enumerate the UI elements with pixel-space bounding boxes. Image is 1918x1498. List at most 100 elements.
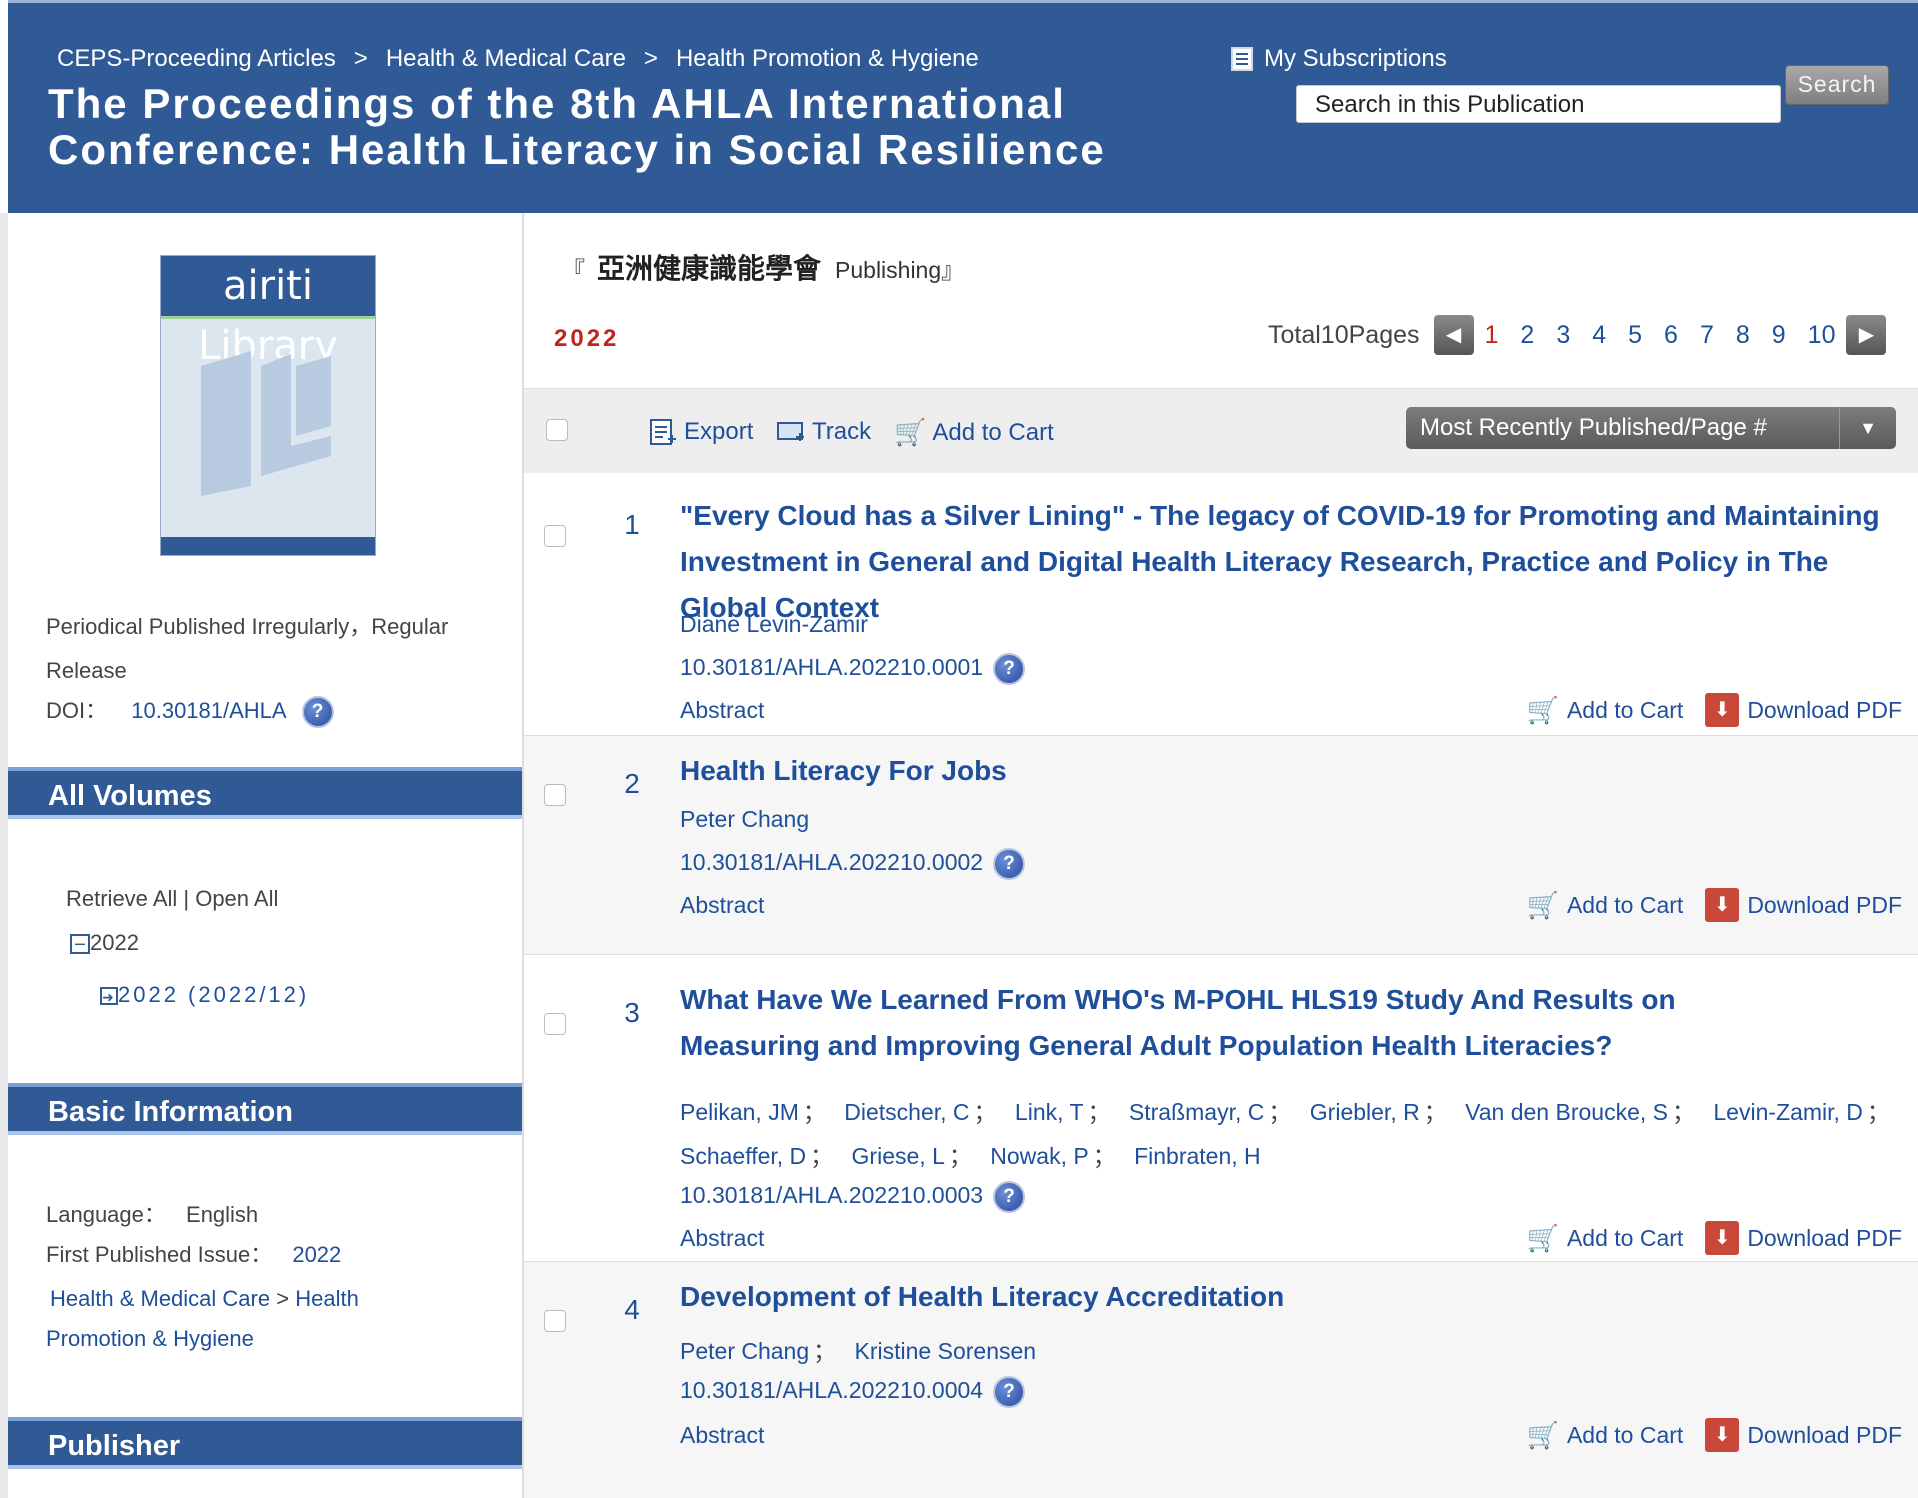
next-page-icon[interactable]: ▶ — [1846, 315, 1887, 355]
download-pdf-link[interactable]: Download PDF — [1747, 1422, 1902, 1449]
add-to-cart-link[interactable]: Add to Cart — [1567, 892, 1683, 919]
author-link[interactable]: Peter Chang — [680, 806, 809, 833]
page-number-link[interactable]: 2 — [1520, 321, 1534, 349]
track-button[interactable]: Track — [776, 417, 871, 447]
basic-information-heading[interactable]: Basic Information — [8, 1083, 522, 1135]
article-row: 4 Development of Health Literacy Accredi… — [524, 1262, 1918, 1498]
cart-icon: 🛒 — [1526, 1419, 1559, 1450]
download-pdf-link[interactable]: Download PDF — [1747, 697, 1902, 724]
article-doi-link[interactable]: 10.30181/AHLA.202210.0002 — [680, 849, 983, 875]
add-to-cart-link[interactable]: Add to Cart — [1567, 697, 1683, 724]
article-checkbox[interactable] — [544, 1310, 566, 1332]
article-doi-link[interactable]: 10.30181/AHLA.202210.0001 — [680, 654, 983, 680]
author-link[interactable]: Levin-Zamir, D — [1713, 1099, 1863, 1125]
sidebar: airiti Library Periodical Published Irre… — [0, 213, 524, 1498]
pdf-download-icon[interactable]: ⬇ — [1705, 1418, 1740, 1452]
author-link[interactable]: Griese, L — [852, 1143, 945, 1169]
page-number-link[interactable]: 7 — [1700, 321, 1714, 349]
author-link[interactable]: Van den Broucke, S — [1465, 1099, 1668, 1125]
search-input[interactable]: Search in this Publication — [1296, 85, 1781, 123]
article-doi-link[interactable]: 10.30181/AHLA.202210.0004 — [680, 1377, 983, 1403]
page-number-link[interactable]: 3 — [1556, 321, 1570, 349]
download-pdf-link[interactable]: Download PDF — [1747, 1225, 1902, 1252]
track-icon — [777, 422, 804, 441]
subject-health-medical-care-link[interactable]: Health & Medical Care — [50, 1286, 270, 1311]
issue-2022-12[interactable]: ➜2022 (2022/12) — [100, 973, 309, 1017]
breadcrumb-separator: > — [353, 45, 368, 72]
toolbar-add-to-cart-label: Add to Cart — [932, 418, 1054, 446]
author-link[interactable]: Nowak, P — [990, 1143, 1088, 1169]
page-number-link[interactable]: 1 — [1485, 321, 1499, 349]
author-link[interactable]: Finbraten, H — [1134, 1143, 1261, 1169]
sort-select[interactable]: Most Recently Published/Page # ▼ — [1406, 407, 1896, 449]
article-checkbox[interactable] — [544, 784, 566, 806]
page-number-link[interactable]: 8 — [1736, 321, 1750, 349]
author-link[interactable]: Griebler, R — [1310, 1099, 1420, 1125]
cart-icon: 🛒 — [1526, 694, 1559, 725]
help-icon[interactable]: ? — [993, 1376, 1026, 1408]
author-link[interactable]: Diane Levin-Zamir — [680, 611, 868, 638]
first-issue-link[interactable]: 2022 — [292, 1242, 341, 1267]
article-title-link[interactable]: What Have We Learned From WHO's M-POHL H… — [680, 977, 1780, 1069]
article-checkbox[interactable] — [544, 1013, 566, 1035]
author-link[interactable]: Kristine Sorensen — [855, 1338, 1037, 1364]
doi-link[interactable]: 10.30181/AHLA — [131, 698, 285, 723]
pdf-download-icon[interactable]: ⬇ — [1705, 1221, 1740, 1255]
toolbar-add-to-cart-button[interactable]: 🛒 Add to Cart — [894, 417, 1054, 448]
help-icon[interactable]: ? — [993, 653, 1026, 685]
page-number-link[interactable]: 5 — [1628, 321, 1642, 349]
add-to-cart-link[interactable]: Add to Cart — [1567, 1225, 1683, 1252]
abstract-link[interactable]: Abstract — [680, 697, 764, 724]
article-number: 1 — [624, 509, 640, 540]
subject-path: Health & Medical Care > Health Promotion… — [46, 1279, 426, 1359]
author-link[interactable]: Schaeffer, D — [680, 1143, 806, 1169]
pdf-download-icon[interactable]: ⬇ — [1705, 693, 1740, 727]
breadcrumb-item-health-medical-care[interactable]: Health & Medical Care — [386, 45, 626, 72]
retrieve-open-links[interactable]: Retrieve All | Open All — [66, 877, 278, 921]
page-number-link[interactable]: 4 — [1592, 321, 1606, 349]
author-link[interactable]: Link, T — [1015, 1099, 1084, 1125]
export-button[interactable]: Export — [648, 417, 753, 447]
subject-health-link[interactable]: Health — [295, 1286, 359, 1311]
download-pdf-link[interactable]: Download PDF — [1747, 892, 1902, 919]
breadcrumb-item-health-promotion[interactable]: Health Promotion & Hygiene — [676, 45, 979, 72]
collapse-icon[interactable]: − — [70, 934, 90, 955]
page-number-link[interactable]: 6 — [1664, 321, 1678, 349]
select-all-checkbox[interactable] — [546, 419, 568, 441]
subject-separator: > — [276, 1286, 290, 1311]
search-button[interactable]: Search — [1785, 65, 1889, 105]
author-link[interactable]: Pelikan, JM — [680, 1099, 799, 1125]
add-to-cart-link[interactable]: Add to Cart — [1567, 1422, 1683, 1449]
volume-year-2022[interactable]: −2022 — [70, 921, 139, 965]
author-link[interactable]: Dietscher, C — [844, 1099, 969, 1125]
breadcrumb-item-ceps[interactable]: CEPS-Proceeding Articles — [57, 45, 336, 72]
publisher-heading[interactable]: Publisher — [8, 1417, 522, 1469]
help-icon[interactable]: ? — [993, 1181, 1026, 1213]
author-list-line-2: Schaeffer, D； Griese, L； Nowak, P； Finbr… — [680, 1143, 1261, 1169]
article-doi-link[interactable]: 10.30181/AHLA.202210.0003 — [680, 1182, 983, 1208]
help-icon[interactable]: ? — [993, 848, 1026, 880]
author-link[interactable]: Peter Chang — [680, 1338, 809, 1364]
my-subscriptions-link[interactable]: My Subscriptions — [1230, 45, 1447, 73]
article-title-link[interactable]: Development of Health Literacy Accredita… — [680, 1274, 1900, 1320]
issue-label: 2022 (2022/12) — [118, 982, 310, 1007]
subject-promotion-hygiene-link[interactable]: Promotion & Hygiene — [46, 1326, 254, 1351]
all-volumes-heading[interactable]: All Volumes — [8, 767, 522, 819]
abstract-link[interactable]: Abstract — [680, 1422, 764, 1449]
prev-page-icon[interactable]: ◀ — [1433, 315, 1474, 355]
page-title: The Proceedings of the 8th AHLA Internat… — [48, 80, 1106, 173]
abstract-link[interactable]: Abstract — [680, 892, 764, 919]
article-title-link[interactable]: Health Literacy For Jobs — [680, 748, 1900, 794]
author-link[interactable]: Straßmayr, C — [1129, 1099, 1264, 1125]
page-number-link[interactable]: 9 — [1772, 321, 1786, 349]
doi-row: 10.30181/AHLA.202210.0002? — [680, 848, 1026, 880]
cart-icon: 🛒 — [1526, 1222, 1559, 1253]
article-checkbox[interactable] — [544, 525, 566, 547]
doi-row: 10.30181/AHLA.202210.0003? — [680, 1181, 1026, 1213]
pdf-download-icon[interactable]: ⬇ — [1705, 888, 1740, 922]
article-actions: 🛒 Add to Cart ⬇ Download PDF — [1527, 888, 1902, 922]
issue-arrow-icon: ➜ — [100, 987, 118, 1006]
page-number-link[interactable]: 10 — [1808, 321, 1836, 349]
abstract-link[interactable]: Abstract — [680, 1225, 764, 1252]
help-icon[interactable]: ? — [301, 696, 334, 729]
